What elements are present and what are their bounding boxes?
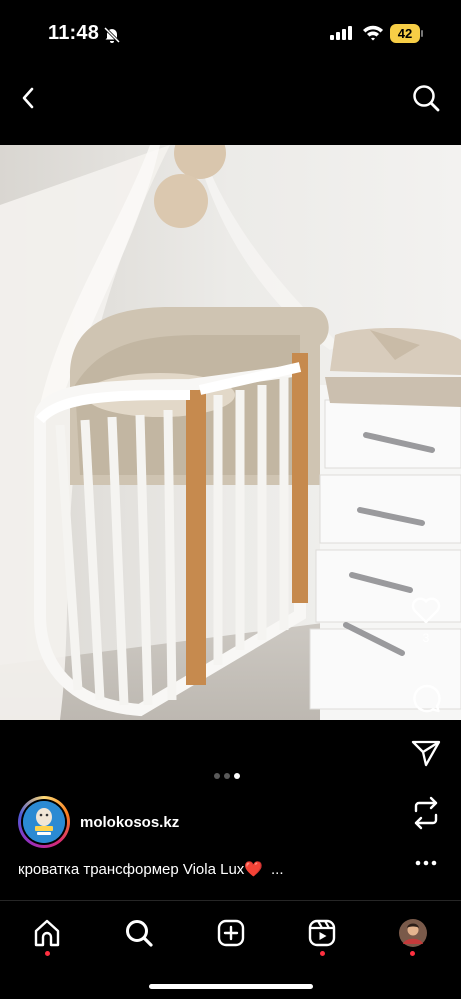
caption-more[interactable]: ... bbox=[271, 861, 284, 878]
avatar-logo-icon bbox=[23, 801, 65, 843]
carousel-dot bbox=[224, 773, 230, 779]
search-icon bbox=[413, 85, 440, 112]
profile-icon bbox=[399, 919, 427, 947]
search-button[interactable] bbox=[408, 80, 444, 116]
like-button[interactable]: 3 bbox=[402, 595, 450, 645]
carousel-dot bbox=[214, 773, 220, 779]
carousel-indicator bbox=[214, 773, 240, 779]
create-icon bbox=[217, 919, 245, 947]
profile-notification-dot bbox=[410, 951, 415, 956]
reels-icon bbox=[308, 919, 336, 947]
bell-slash-icon bbox=[103, 26, 121, 44]
like-count: 3 bbox=[422, 631, 430, 645]
comment-icon bbox=[413, 684, 441, 713]
post-caption[interactable]: кроватка трансформер Viola Lux❤️ ... bbox=[18, 860, 284, 879]
tab-home[interactable] bbox=[27, 913, 67, 953]
crib-photo-illustration bbox=[0, 145, 461, 720]
carousel-dot-active bbox=[234, 773, 240, 779]
share-button[interactable] bbox=[402, 738, 450, 768]
more-options-button[interactable] bbox=[412, 852, 440, 874]
heart-icon bbox=[411, 597, 441, 624]
avatar-story-ring[interactable] bbox=[18, 796, 70, 848]
share-icon bbox=[411, 740, 441, 767]
post-photo[interactable] bbox=[0, 145, 461, 720]
tab-search[interactable] bbox=[119, 913, 159, 953]
tab-profile[interactable] bbox=[393, 913, 433, 953]
signal-icon bbox=[330, 26, 352, 40]
home-icon bbox=[34, 919, 60, 947]
comment-button[interactable] bbox=[402, 682, 450, 714]
status-time: 11:48 bbox=[48, 22, 100, 44]
remix-button[interactable] bbox=[402, 796, 450, 830]
battery-tip bbox=[421, 30, 423, 37]
avatar bbox=[23, 801, 65, 843]
search-icon bbox=[126, 920, 153, 947]
battery-level: 42 bbox=[397, 26, 413, 41]
tab-create[interactable] bbox=[211, 913, 251, 953]
top-nav bbox=[0, 62, 461, 142]
reels-notification-dot bbox=[320, 951, 325, 956]
post-author[interactable]: molokosos.kz bbox=[18, 796, 179, 848]
wifi-icon bbox=[363, 25, 383, 41]
home-notification-dot bbox=[45, 951, 50, 956]
battery-icon: 42 bbox=[390, 24, 420, 43]
remix-icon bbox=[414, 796, 438, 830]
more-icon bbox=[415, 860, 437, 866]
back-button[interactable] bbox=[12, 82, 44, 114]
home-indicator bbox=[149, 984, 313, 989]
tab-reels[interactable] bbox=[302, 913, 342, 953]
author-username[interactable]: molokosos.kz bbox=[80, 814, 179, 831]
chevron-left-icon bbox=[22, 87, 34, 109]
status-bar: 11:48 42 bbox=[0, 0, 461, 62]
caption-text: кроватка трансформер Viola Lux❤️ bbox=[18, 861, 263, 878]
